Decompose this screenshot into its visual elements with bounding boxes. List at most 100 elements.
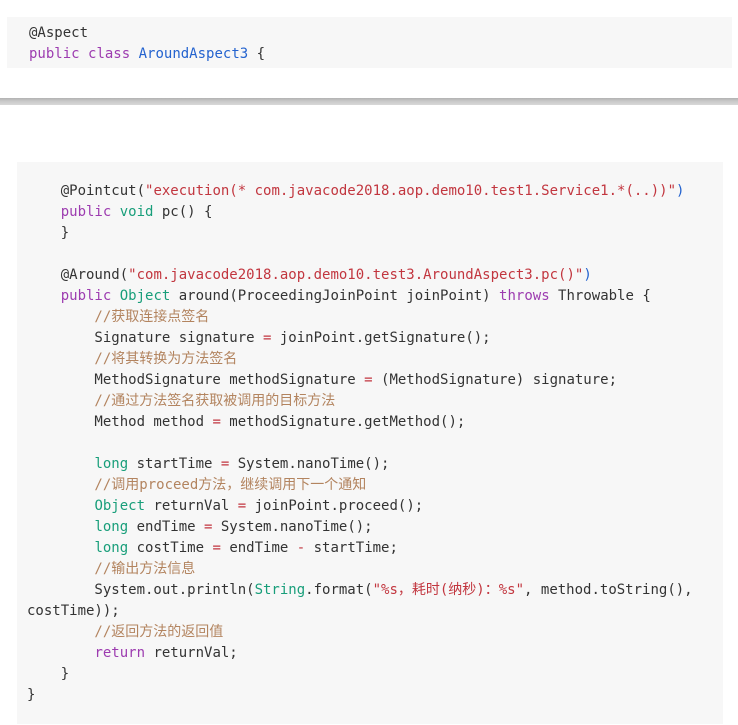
code-token [27,540,94,556]
code-token: methodSignature.getMethod(); [221,414,465,430]
code-token: //通过方法签名获取被调用的目标方法 [27,393,335,409]
code-token: System.nanoTime(); [229,456,389,472]
code-line: //通过方法签名获取被调用的目标方法 [27,391,723,412]
code-token: System.nanoTime(); [212,519,372,535]
code-block-aspect-class: @Aspect public class AroundAspect3 { [7,17,732,68]
code-line: Method method = methodSignature.getMetho… [27,412,723,433]
code-token: Object [94,498,145,514]
code-token: ) [583,267,591,283]
code-line: @Aspect [29,23,732,44]
code-line: public Object around(ProceedingJoinPoint… [27,286,723,307]
code-token: } [27,687,35,703]
code-token: Signature signature [27,330,263,346]
code-token [27,204,61,220]
code-token: @Aspect [29,25,88,41]
code-token: costTime)); [27,603,120,619]
code-token: long [94,519,128,535]
code-token: } [27,225,69,241]
code-token: = [238,498,246,514]
code-token [27,519,94,535]
code-token: , method.toString(), [524,582,693,598]
code-line: return returnVal; [27,643,723,664]
code-line: public class AroundAspect3 { [29,44,732,65]
code-token [80,46,88,62]
code-token: throws [499,288,550,304]
code-token: endTime [128,519,204,535]
code-token: System.out.println( [27,582,255,598]
code-token [27,645,94,661]
code-token: //获取连接点签名 [27,309,209,325]
code-token [27,498,94,514]
code-token: (MethodSignature) signature; [373,372,617,388]
code-token: { [248,46,265,62]
code-token: MethodSignature methodSignature [27,372,364,388]
code-token [27,456,94,472]
code-line: //返回方法的返回值 [27,622,723,643]
code-token: } [27,666,69,682]
code-token: public [29,46,80,62]
code-token: @Around( [27,267,128,283]
code-token: long [94,456,128,472]
code-token: public [61,288,112,304]
article-code-view: @Aspect public class AroundAspect3 { @Poi… [0,0,738,725]
code-token: returnVal [145,498,238,514]
code-token: //将其转换为方法签名 [27,351,237,367]
code-token: "execution(* com.javacode2018.aop.demo10… [145,183,676,199]
code-token: pc() { [153,204,212,220]
code-line [27,244,723,265]
code-token: joinPoint.proceed(); [246,498,423,514]
code-token: long [94,540,128,556]
code-token: class [88,46,130,62]
code-line: } [27,223,723,244]
code-token: Method method [27,414,212,430]
code-line: System.out.println(String.format("%s，耗时(… [27,580,723,601]
code-line: @Around("com.javacode2018.aop.demo10.tes… [27,265,723,286]
code-line: } [27,685,723,706]
code-token: public [61,204,112,220]
code-line: //调用proceed方法，继续调用下一个通知 [27,475,723,496]
code-line: costTime)); [27,601,723,622]
code-token: AroundAspect3 [139,46,249,62]
code-token: - [297,540,305,556]
code-token: returnVal; [145,645,238,661]
code-token [111,204,119,220]
code-token [130,46,138,62]
code-token: @Pointcut( [27,183,145,199]
code-line: long costTime = endTime - startTime; [27,538,723,559]
horizontal-divider [0,98,738,105]
code-block-around-advice: @Pointcut("execution(* com.javacode2018.… [17,162,723,724]
code-line: //输出方法信息 [27,559,723,580]
code-line: } [27,664,723,685]
code-token: joinPoint.getSignature(); [271,330,490,346]
code-token: costTime [128,540,212,556]
code-token: //调用proceed方法，继续调用下一个通知 [27,477,366,493]
code-line: @Pointcut("execution(* com.javacode2018.… [27,181,723,202]
code-line: public void pc() { [27,202,723,223]
code-token [27,288,61,304]
code-line: //获取连接点签名 [27,307,723,328]
code-token: = [364,372,372,388]
code-token: String [255,582,306,598]
code-line: //将其转换为方法签名 [27,349,723,370]
code-token: //输出方法信息 [27,561,195,577]
code-token: = [212,540,220,556]
code-token: "%s，耗时(纳秒)：%s" [373,582,524,598]
code-line [27,433,723,454]
code-token: void [120,204,154,220]
code-token: "com.javacode2018.aop.demo10.test3.Aroun… [128,267,583,283]
code-token: startTime; [305,540,398,556]
code-token: //返回方法的返回值 [27,624,223,640]
code-token: Throwable { [550,288,651,304]
code-token: ) [676,183,684,199]
code-line: long endTime = System.nanoTime(); [27,517,723,538]
code-token: endTime [221,540,297,556]
code-line: long startTime = System.nanoTime(); [27,454,723,475]
code-token: = [212,414,220,430]
code-token: Object [120,288,171,304]
code-token [111,288,119,304]
code-token: .format( [305,582,372,598]
code-token: around(ProceedingJoinPoint joinPoint) [170,288,499,304]
code-token: return [94,645,145,661]
code-line: Signature signature = joinPoint.getSigna… [27,328,723,349]
code-line: Object returnVal = joinPoint.proceed(); [27,496,723,517]
